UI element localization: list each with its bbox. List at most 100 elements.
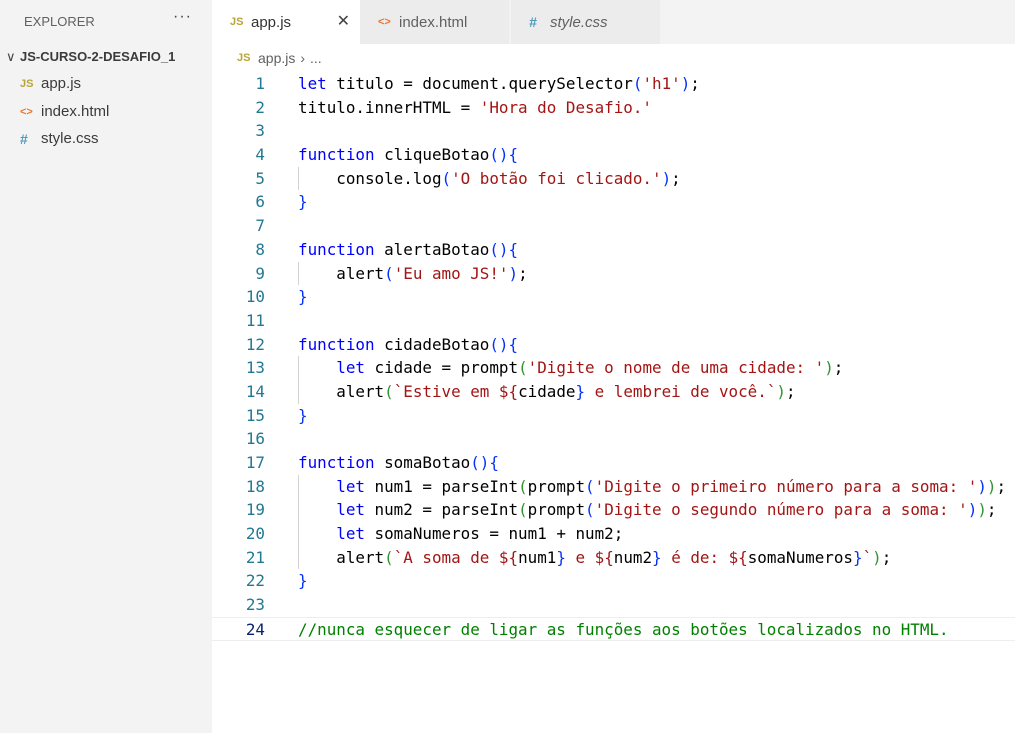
file-name: index.html — [41, 103, 110, 120]
code-line[interactable]: 20 let somaNumeros = num1 + num2; — [212, 522, 1015, 546]
line-text: //nunca esquecer de ligar as funções aos… — [298, 618, 949, 642]
close-icon[interactable]: ✕ — [337, 11, 350, 31]
code-line[interactable]: 9 alert('Eu amo JS!'); — [212, 261, 1015, 286]
code-token: e lembrei de você.` — [585, 381, 777, 401]
code-token: } — [298, 405, 308, 425]
code-line[interactable]: 23 — [212, 593, 1015, 617]
code-token: ( — [384, 547, 394, 567]
code-line[interactable]: 22} — [212, 569, 1015, 593]
code-editor[interactable]: 1 let titulo = document.querySelector('h1… — [212, 72, 1015, 641]
code-token: somaNumeros — [747, 547, 853, 567]
code-line[interactable]: 10} — [212, 285, 1015, 309]
line-number: 11 — [245, 310, 265, 330]
code-token: 'O botão foi clicado.' — [451, 168, 662, 188]
html-file-icon: <> — [378, 16, 391, 28]
folder-name: JS-CURSO-2-DESAFIO_1 — [20, 49, 176, 64]
code-token: } — [298, 192, 308, 212]
code-token: prompt — [527, 500, 586, 520]
code-token: let — [298, 74, 327, 93]
breadcrumb-symbols[interactable]: ... — [310, 50, 322, 66]
code-token: } — [556, 547, 566, 567]
line-text: let cidade = prompt('Digite o nome de um… — [298, 356, 843, 380]
code-token: } — [652, 547, 662, 567]
code-token: ( — [384, 263, 394, 283]
line-number: 22 — [245, 571, 265, 591]
code-line[interactable]: 2 titulo.innerHTML = 'Hora do Desafio.' — [212, 96, 1015, 120]
line-number: 7 — [255, 216, 265, 236]
code-line[interactable]: 13 let cidade = prompt('Digite o nome de… — [212, 356, 1015, 380]
line-number: 2 — [255, 97, 265, 117]
code-line[interactable]: 3 — [212, 119, 1015, 143]
line-text: } — [298, 190, 308, 214]
code-token: cidade — [518, 381, 576, 401]
code-token: function — [298, 453, 375, 472]
code-line[interactable]: 1 let titulo = document.querySelector('h1… — [212, 72, 1015, 96]
html-file-icon: <> — [20, 105, 33, 118]
line-number: 1 — [255, 74, 265, 93]
code-line[interactable]: 16 — [212, 427, 1015, 451]
tab-index-html[interactable]: <> index.html — [360, 0, 510, 44]
code-token: } — [298, 287, 308, 307]
code-token: ) — [776, 381, 786, 401]
line-text: let titulo = document.querySelector('h1'… — [298, 72, 700, 96]
line-text: function somaBotao(){ — [298, 451, 499, 475]
file-index-html[interactable]: <> index.html — [20, 103, 109, 120]
code-line[interactable]: 17 function somaBotao(){ — [212, 451, 1015, 475]
line-number: 5 — [255, 168, 265, 188]
code-token: alert — [298, 263, 385, 283]
code-token: e ${ — [565, 547, 614, 567]
code-token: ( — [384, 381, 394, 401]
code-line[interactable]: 18 let num1 = parseInt(prompt('Digite o … — [212, 474, 1015, 499]
code-token: { — [489, 453, 499, 472]
file-style-css[interactable]: # style.css — [20, 130, 99, 147]
code-line[interactable]: 21 alert(`A soma de ${num1} e ${num2} é … — [212, 545, 1015, 570]
code-token: ( — [585, 476, 595, 496]
more-actions-icon[interactable]: ··· — [173, 8, 192, 26]
line-number: 17 — [245, 453, 265, 472]
code-token: () — [489, 239, 509, 259]
line-text: } — [298, 285, 308, 309]
code-token: `A soma de ${ — [393, 547, 519, 567]
code-line[interactable]: 15} — [212, 404, 1015, 428]
code-token: ; — [986, 500, 997, 520]
tab-label: style.css — [550, 13, 608, 31]
js-file-icon: JS — [237, 52, 251, 64]
chevron-down-icon: ∨ — [6, 49, 16, 64]
code-line[interactable]: 7 — [212, 214, 1015, 238]
line-number: 18 — [245, 476, 265, 496]
code-line[interactable]: 11 — [212, 309, 1015, 333]
code-line[interactable]: 24 //nunca esquecer de ligar as funções a… — [212, 616, 1015, 642]
code-line[interactable]: 6} — [212, 190, 1015, 214]
tab-app-js[interactable]: JS app.js ✕ — [212, 0, 360, 44]
folder-root[interactable]: ∨ JS-CURSO-2-DESAFIO_1 — [6, 49, 175, 65]
tab-style-css[interactable]: # style.css — [511, 0, 660, 44]
line-number: 21 — [245, 547, 265, 567]
tab-bar: JS app.js ✕ <> index.html # style.css — [212, 0, 1015, 44]
code-token: 'Eu amo JS!' — [393, 263, 509, 283]
line-number: 20 — [245, 524, 265, 544]
code-token: 'Digite o segundo número para a soma: ' — [594, 500, 968, 520]
code-line[interactable]: 19 let num2 = parseInt(prompt('Digite o … — [212, 498, 1015, 523]
line-text: titulo.innerHTML = 'Hora do Desafio.' — [298, 96, 652, 120]
code-line[interactable]: 4 function cliqueBotao(){ — [212, 143, 1015, 167]
code-token: 'h1' — [642, 74, 681, 93]
code-line[interactable]: 5 console.log('O botão foi clicado.'); — [212, 166, 1015, 191]
code-token: ) — [967, 500, 978, 520]
code-token: let — [336, 358, 365, 378]
code-token: ; — [996, 476, 1007, 496]
code-token: ( — [632, 74, 643, 93]
breadcrumb-file[interactable]: app.js — [258, 50, 295, 66]
code-line[interactable]: 14 alert(`Estive em ${cidade} e lembrei … — [212, 379, 1015, 404]
line-number: 24 — [245, 619, 265, 639]
code-line[interactable]: 8 function alertaBotao(){ — [212, 238, 1015, 262]
file-app-js[interactable]: JS app.js — [20, 75, 81, 92]
code-line[interactable]: 12 function cidadeBotao(){ — [212, 333, 1015, 357]
code-token: titulo.innerHTML = — [298, 97, 480, 117]
code-token: function — [298, 239, 375, 259]
code-token: ` — [862, 547, 873, 567]
code-token: alertaBotao — [374, 239, 490, 259]
code-token: ( — [518, 500, 528, 520]
